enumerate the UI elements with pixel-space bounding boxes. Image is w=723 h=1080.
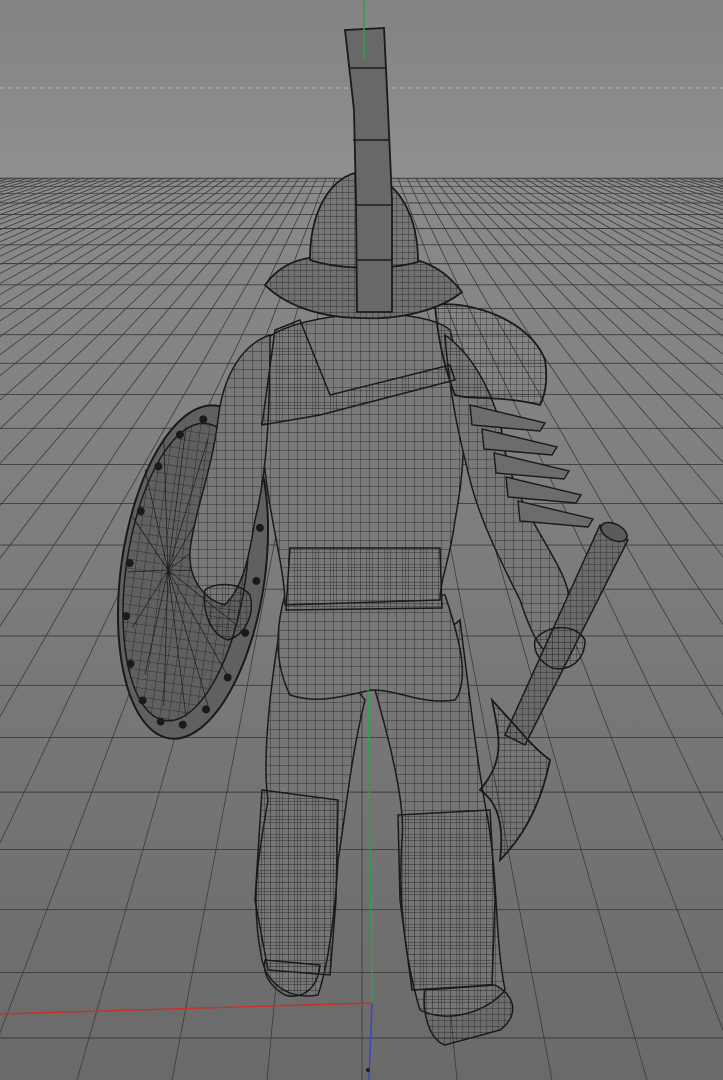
viewport-canvas[interactable] bbox=[0, 0, 723, 1080]
right-leg-greave[interactable] bbox=[397, 809, 496, 991]
3d-viewport[interactable] bbox=[0, 0, 723, 1080]
belt[interactable] bbox=[285, 547, 443, 611]
world-origin-marker bbox=[366, 1068, 370, 1072]
left-leg-greave[interactable] bbox=[254, 789, 339, 976]
